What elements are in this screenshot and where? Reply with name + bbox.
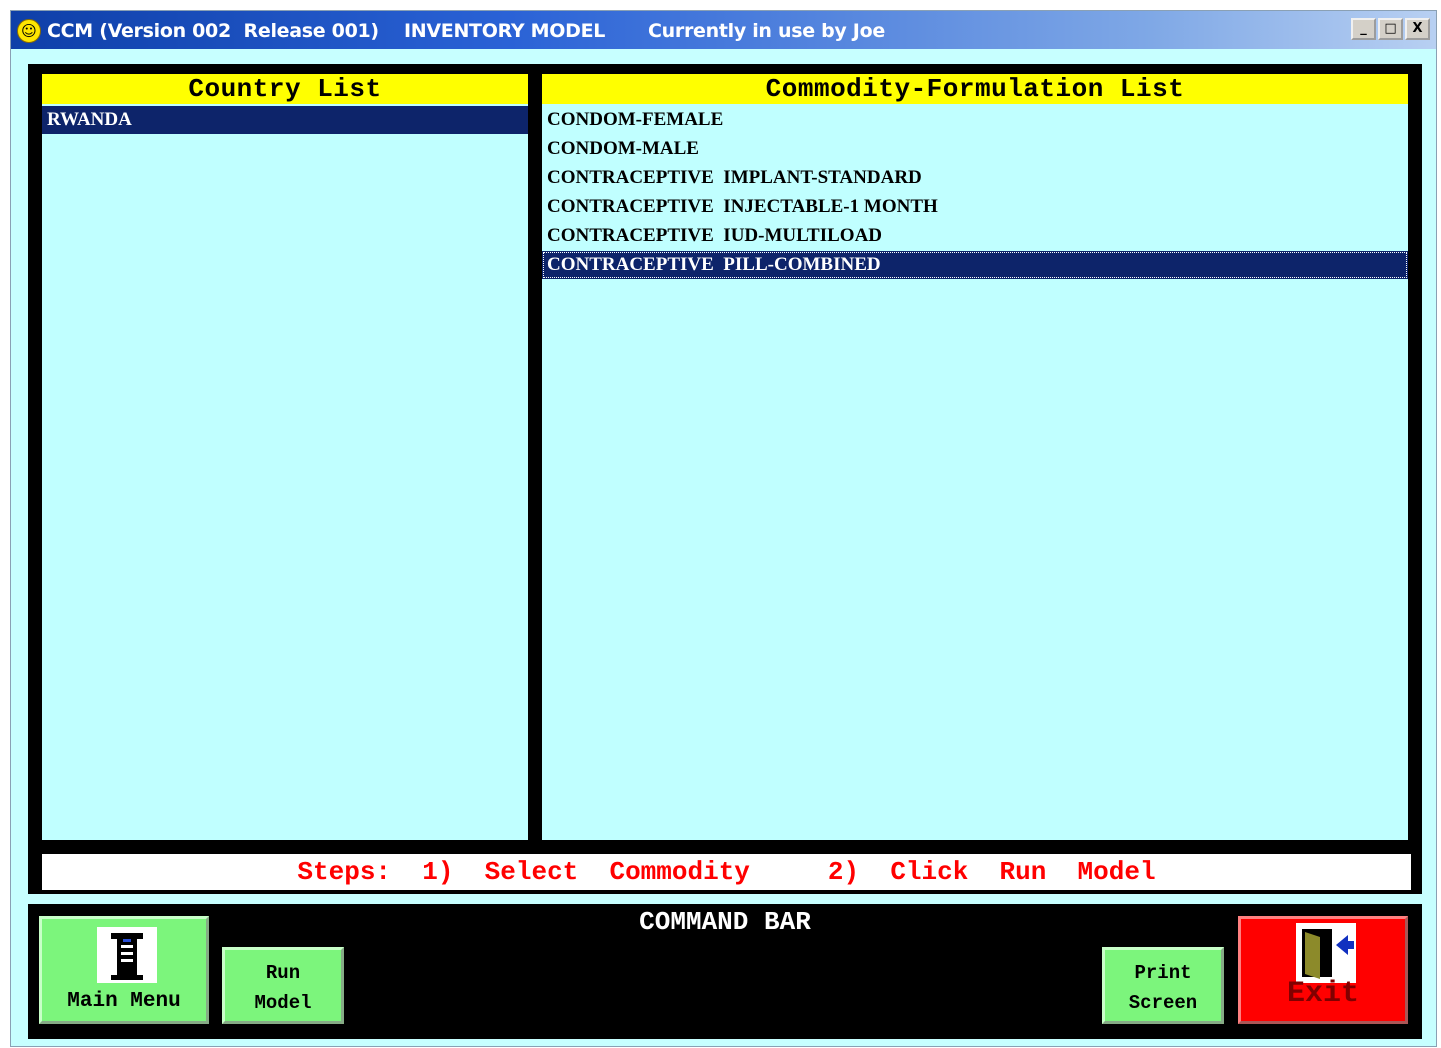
commodity-list[interactable]: Commodity-Formulation List CONDOM-FEMALE… (542, 74, 1408, 840)
country-list-header: Country List (42, 74, 528, 104)
commodity-list-item[interactable]: CONTRACEPTIVE INJECTABLE-1 MONTH (542, 193, 1408, 221)
print-screen-label-line1: Print (1134, 962, 1192, 984)
title-app-name: CCM (Version 002 Release 001) (47, 20, 379, 42)
commodity-list-item[interactable]: CONDOM-FEMALE (542, 106, 1408, 134)
window-controls: _ □ X (1351, 18, 1430, 40)
steps-instructions: Steps: 1) Select Commodity 2) Click Run … (42, 854, 1411, 890)
exit-door-icon (1296, 923, 1356, 983)
title-model-name: INVENTORY MODEL (404, 20, 606, 42)
commodity-list-item[interactable]: CONDOM-MALE (542, 135, 1408, 163)
minimize-button[interactable]: _ (1351, 18, 1376, 40)
selection-panel: Country List RWANDA Commodity-Formulatio… (28, 64, 1422, 894)
command-bar: COMMAND BAR Main Menu Run Model Print Sc… (28, 904, 1422, 1039)
exit-label: Exit (1286, 977, 1359, 1011)
commodity-list-item[interactable]: CONTRACEPTIVE IMPLANT-STANDARD (542, 164, 1408, 192)
run-model-label-line2: Model (254, 992, 312, 1014)
print-screen-label-line2: Screen (1128, 992, 1198, 1014)
commodity-list-item[interactable]: CONTRACEPTIVE IUD-MULTILOAD (542, 222, 1408, 250)
title-bar[interactable]: ☺ CCM (Version 002 Release 001) INVENTOR… (11, 11, 1436, 49)
command-bar-title: COMMAND BAR (639, 907, 811, 937)
commodity-list-item-selected[interactable]: CONTRACEPTIVE PILL-COMBINED (542, 251, 1408, 279)
exit-button[interactable]: Exit (1238, 916, 1408, 1024)
commodity-list-header: Commodity-Formulation List (542, 74, 1408, 104)
maximize-button[interactable]: □ (1378, 18, 1403, 40)
close-button[interactable]: X (1405, 18, 1430, 40)
run-model-label-line1: Run (265, 962, 301, 984)
title-current-user: Currently in use by Joe (648, 20, 885, 42)
main-menu-button[interactable]: Main Menu (39, 916, 209, 1024)
print-screen-button[interactable]: Print Screen (1102, 947, 1224, 1024)
app-window: ☺ CCM (Version 002 Release 001) INVENTOR… (10, 10, 1437, 1047)
main-menu-label: Main Menu (67, 990, 181, 1013)
country-list-item[interactable]: RWANDA (42, 106, 528, 134)
country-list[interactable]: Country List RWANDA (42, 74, 528, 840)
main-menu-icon (97, 927, 157, 983)
run-model-button[interactable]: Run Model (222, 947, 344, 1024)
smiley-icon: ☺ (17, 19, 41, 43)
